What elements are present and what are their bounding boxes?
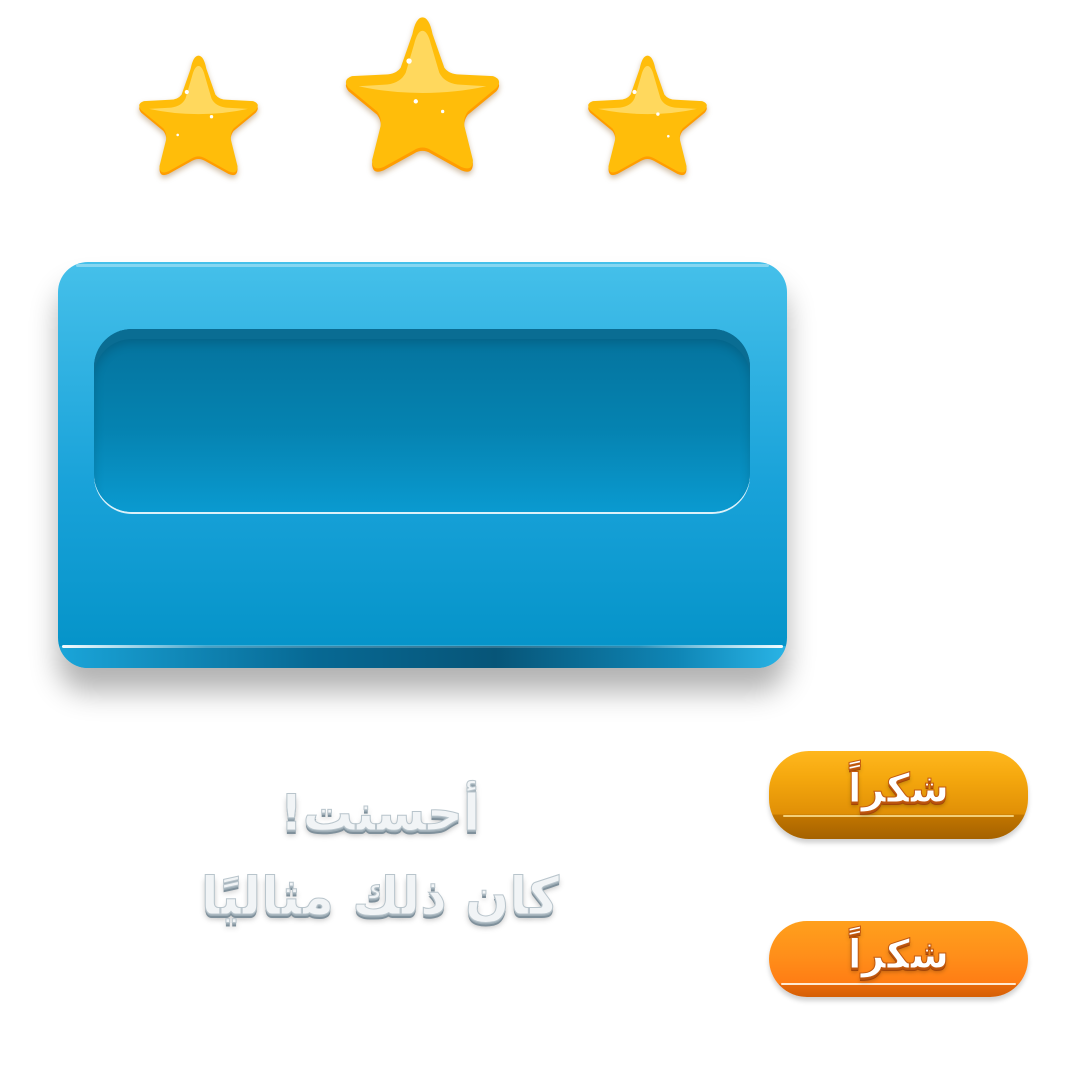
- level-complete-screen: أحسنت! كان ذلك مثاليًا شكراً شكراً: [0, 0, 1080, 1080]
- star-icon: [337, 14, 508, 182]
- praise-subtitle: كان ذلك مثاليًا: [200, 867, 560, 928]
- star-icon: [133, 53, 264, 183]
- thanks-button-label: شكراً: [847, 766, 950, 813]
- thanks-button[interactable]: شكراً: [769, 751, 1028, 839]
- praise-title: أحسنت!: [279, 784, 481, 843]
- panel-shine: [76, 264, 769, 267]
- star-icon: [582, 53, 713, 183]
- panel-base-highlight: [62, 645, 783, 648]
- thanks-button-alt[interactable]: شكراً: [769, 921, 1028, 997]
- thanks-button-label: شكراً: [847, 932, 950, 979]
- panel-display-slot: [94, 329, 750, 512]
- result-panel: [58, 262, 787, 668]
- panel-base: [58, 646, 787, 668]
